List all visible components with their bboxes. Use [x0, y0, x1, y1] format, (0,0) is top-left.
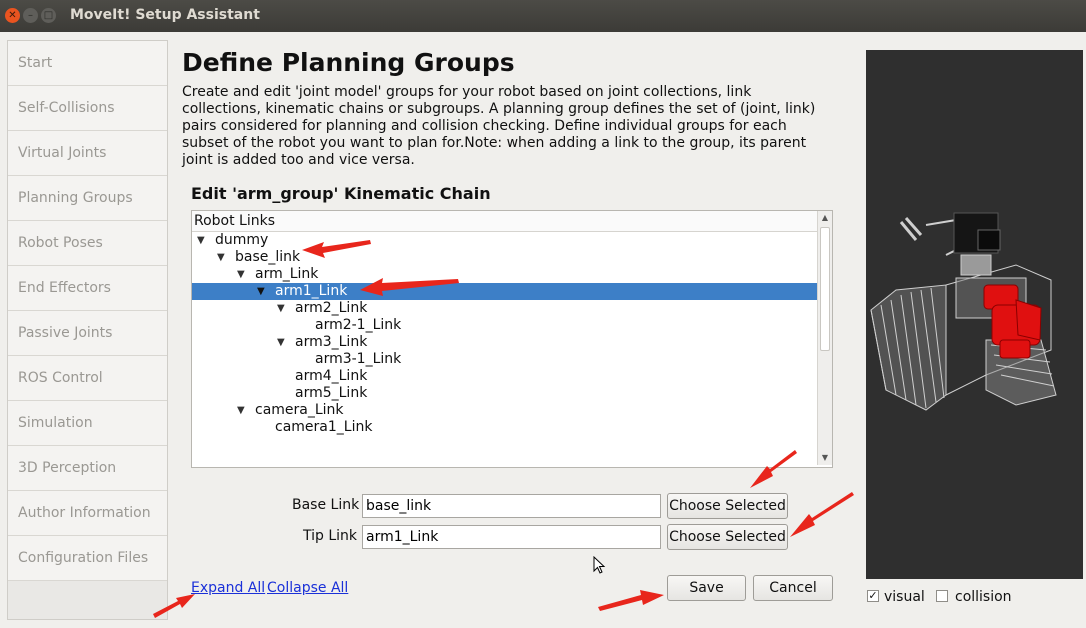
choose-selected-base-button[interactable]: Choose Selected: [667, 493, 788, 519]
tree-row-label: arm4_Link: [295, 368, 368, 384]
sidebar-item-virtual-joints[interactable]: Virtual Joints: [8, 131, 167, 176]
expand-arrow-icon[interactable]: ▼: [277, 334, 285, 351]
expand-arrow-icon[interactable]: ▼: [257, 283, 265, 300]
tree-row-arm-link[interactable]: ▼ arm_Link: [192, 266, 817, 283]
tree-row-label: base_link: [235, 249, 301, 265]
expand-arrow-icon[interactable]: ▼: [237, 402, 245, 419]
maximize-window-button[interactable]: □: [41, 8, 56, 23]
robot-links-tree[interactable]: Robot Links ▼ dummy ▼ base_link ▼ arm_Li…: [191, 210, 833, 468]
choose-selected-tip-button[interactable]: Choose Selected: [667, 524, 788, 550]
tree-row-label: arm3-1_Link: [315, 351, 402, 367]
visual-label: visual: [884, 589, 925, 605]
title-bar: ✕ – □ MoveIt! Setup Assistant: [0, 0, 1086, 32]
collision-checkbox[interactable]: [936, 590, 948, 602]
tip-link-field[interactable]: [362, 525, 661, 549]
tree-row-arm4-link[interactable]: arm4_Link: [192, 368, 817, 385]
section-title: Edit 'arm_group' Kinematic Chain: [191, 184, 491, 203]
tree-row-label: arm3_Link: [295, 334, 368, 350]
tree-row-label: arm5_Link: [295, 385, 368, 401]
tree-row-base-link[interactable]: ▼ base_link: [192, 249, 817, 266]
expand-arrow-icon[interactable]: ▼: [217, 249, 225, 266]
page-title: Define Planning Groups: [182, 48, 515, 77]
minimize-window-button[interactable]: –: [23, 8, 38, 23]
tree-header: Robot Links: [192, 211, 817, 232]
scrollbar-thumb[interactable]: [820, 227, 830, 351]
scroll-down-icon[interactable]: ▼: [818, 451, 832, 465]
sidebar-item-configuration-files[interactable]: Configuration Files: [8, 536, 167, 581]
sidebar-item-start[interactable]: Start: [8, 41, 167, 86]
tree-row-label: arm2_Link: [295, 300, 368, 316]
sidebar-item-simulation[interactable]: Simulation: [8, 401, 167, 446]
robot-3d-viewer[interactable]: [866, 50, 1083, 579]
collapse-all-link[interactable]: Collapse All: [267, 580, 348, 596]
tree-row-label: arm2-1_Link: [315, 317, 402, 333]
sidebar-item-ros-control[interactable]: ROS Control: [8, 356, 167, 401]
collision-label: collision: [955, 589, 1012, 605]
expand-arrow-icon[interactable]: ▼: [277, 300, 285, 317]
tree-row-camera-link[interactable]: ▼ camera_Link: [192, 402, 817, 419]
expand-arrow-icon[interactable]: ▼: [237, 266, 245, 283]
sidebar-item-3d-perception[interactable]: 3D Perception: [8, 446, 167, 491]
tree-row-dummy[interactable]: ▼ dummy: [192, 232, 817, 249]
expand-arrow-icon[interactable]: ▼: [197, 232, 205, 249]
tip-link-label: Tip Link: [303, 528, 358, 544]
tree-row-label: camera_Link: [255, 402, 344, 418]
mouse-cursor-icon: [593, 556, 606, 574]
tree-row-label: arm_Link: [255, 266, 319, 282]
tree-row-arm5-link[interactable]: arm5_Link: [192, 385, 817, 402]
close-window-button[interactable]: ✕: [5, 8, 20, 23]
sidebar-item-author-information[interactable]: Author Information: [8, 491, 167, 536]
cancel-button[interactable]: Cancel: [753, 575, 833, 601]
annotation-arrow-icon: [790, 492, 854, 537]
sidebar-item-passive-joints[interactable]: Passive Joints: [8, 311, 167, 356]
tree-row-arm3-1-link[interactable]: arm3-1_Link: [192, 351, 817, 368]
tree-row-arm3-link[interactable]: ▼ arm3_Link: [192, 334, 817, 351]
sidebar-item-robot-poses[interactable]: Robot Poses: [8, 221, 167, 266]
tree-row-arm2-1-link[interactable]: arm2-1_Link: [192, 317, 817, 334]
base-link-label: Base Link: [292, 497, 360, 513]
robot-model-image: [870, 212, 1057, 411]
sidebar-item-self-collisions[interactable]: Self-Collisions: [8, 86, 167, 131]
tree-row-label: camera1_Link: [275, 419, 373, 435]
sidebar-item-end-effectors[interactable]: End Effectors: [8, 266, 167, 311]
scroll-up-icon[interactable]: ▲: [818, 211, 832, 225]
page-description: Create and edit 'joint model' groups for…: [182, 84, 816, 168]
tree-row-label: dummy: [215, 232, 269, 248]
save-button[interactable]: Save: [667, 575, 746, 601]
annotation-arrow-icon: [598, 590, 664, 611]
sidebar: Start Self-Collisions Virtual Joints Pla…: [7, 40, 168, 620]
tree-scrollbar[interactable]: ▲ ▼: [817, 211, 832, 465]
window-title: MoveIt! Setup Assistant: [70, 7, 260, 23]
expand-all-link[interactable]: Expand All: [191, 580, 265, 596]
sidebar-item-planning-groups[interactable]: Planning Groups: [8, 176, 167, 221]
tree-row-label: arm1_Link: [275, 283, 348, 299]
tree-row-arm1-link[interactable]: ▼ arm1_Link: [192, 283, 817, 300]
base-link-field[interactable]: [362, 494, 661, 518]
tree-row-arm2-link[interactable]: ▼ arm2_Link: [192, 300, 817, 317]
visual-checkbox[interactable]: ✓: [867, 590, 879, 602]
tree-row-camera1-link[interactable]: camera1_Link: [192, 419, 817, 436]
